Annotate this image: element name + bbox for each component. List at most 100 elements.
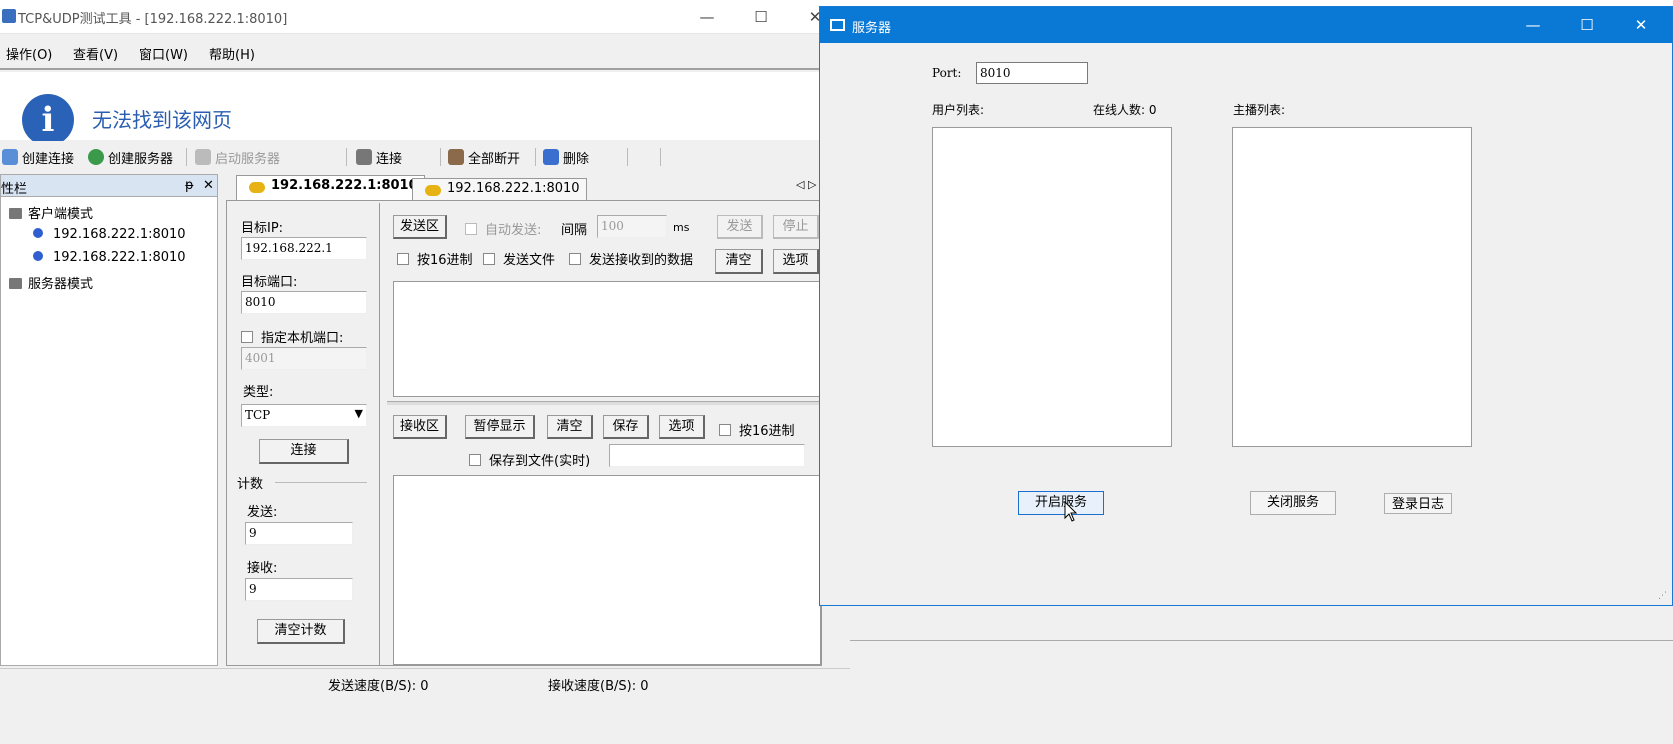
- folder-icon: [9, 278, 22, 289]
- tree-client-item[interactable]: 192.168.222.1:8010: [33, 250, 186, 265]
- anchor-list-label: 主播列表:: [1233, 103, 1286, 117]
- main-window: TCP&UDP测试工具 - [192.168.222.1:8010] — ☐ ✕…: [0, 0, 850, 744]
- send-textarea[interactable]: [393, 281, 821, 397]
- toolbar-separator: [535, 148, 536, 166]
- toolbar-separator: [346, 148, 347, 166]
- background-area: [850, 606, 1673, 744]
- send-received-checkbox[interactable]: 发送接收到的数据: [569, 249, 693, 268]
- interval-label: 间隔: [561, 223, 588, 238]
- connection-icon: [33, 228, 43, 238]
- anchor-list[interactable]: [1232, 127, 1472, 447]
- port-input[interactable]: 8010: [976, 62, 1088, 84]
- sidebar-panel: 性栏 ᵽ ✕ 客户端模式 192.168.222.1:8010 192.168.…: [0, 174, 218, 666]
- globe-icon: [88, 149, 104, 165]
- server-title-bar: 服务器 — ☐ ✕: [820, 7, 1672, 43]
- server-close-button[interactable]: ✕: [1618, 8, 1664, 42]
- stop-button[interactable]: 停止: [773, 215, 819, 239]
- menu-window[interactable]: 窗口(W): [139, 44, 188, 63]
- login-log-button[interactable]: 登录日志: [1384, 493, 1452, 514]
- tab-connection[interactable]: 192.168.222.1:8010: [412, 178, 587, 200]
- auto-send-checkbox[interactable]: 自动发送:: [465, 219, 541, 238]
- main-window-title: TCP&UDP测试工具 - [192.168.222.1:8010]: [18, 12, 288, 27]
- delete-button[interactable]: 删除: [543, 148, 589, 167]
- server-minimize-button[interactable]: —: [1510, 8, 1556, 42]
- recv-clear-button[interactable]: 清空: [547, 415, 593, 439]
- app-icon: [2, 9, 16, 23]
- network-icon: [356, 149, 372, 165]
- interval-input[interactable]: 100: [597, 215, 667, 238]
- menu-bar: 操作(O) 查看(V) 窗口(W) 帮助(H): [0, 36, 850, 70]
- pause-display-button[interactable]: 暂停显示: [465, 415, 535, 439]
- network-off-icon: [448, 149, 464, 165]
- mouse-cursor-icon: [1064, 501, 1078, 522]
- send-count-field: 9: [245, 522, 353, 545]
- recv-options-button[interactable]: 选项: [659, 415, 705, 439]
- target-ip-input[interactable]: 192.168.222.1: [241, 237, 367, 260]
- tab-connection-active[interactable]: 192.168.222.1:8010: [236, 175, 425, 200]
- local-port-input[interactable]: 4001: [241, 347, 367, 370]
- save-file-path-input[interactable]: [609, 444, 805, 467]
- start-server-button[interactable]: 启动服务器: [195, 148, 280, 167]
- toolbar: 创建连接 创建服务器 启动服务器 连接 全部断开 删除 ▾: [0, 141, 850, 311]
- create-server-button[interactable]: 创建服务器: [88, 148, 173, 167]
- tab-strip: 192.168.222.1:8010 192.168.222.1:8010 ◁ …: [224, 174, 824, 200]
- toolbar-separator: [186, 148, 187, 166]
- splitter[interactable]: [387, 401, 823, 405]
- send-area-label: 发送区: [393, 215, 447, 239]
- server-window: 服务器 — ☐ ✕ Port: 8010 用户列表: 在线人数: 0 主播列表:…: [819, 6, 1673, 606]
- recv-save-button[interactable]: 保存: [603, 415, 649, 439]
- connect-submit-button[interactable]: 连接: [259, 439, 349, 464]
- minimize-button[interactable]: —: [684, 0, 730, 34]
- menu-view[interactable]: 查看(V): [73, 44, 118, 63]
- tab-nav-arrows[interactable]: ◁ ▷: [796, 178, 816, 191]
- create-connection-button[interactable]: 创建连接: [2, 148, 74, 167]
- connect-button[interactable]: 连接: [356, 148, 402, 167]
- menu-help[interactable]: 帮助(H): [209, 44, 255, 63]
- save-to-file-checkbox[interactable]: 保存到文件(实时): [469, 450, 590, 469]
- target-ip-label: 目标IP:: [241, 221, 284, 236]
- window-icon: [830, 19, 845, 31]
- server-maximize-button[interactable]: ☐: [1564, 8, 1610, 42]
- send-file-checkbox[interactable]: 发送文件: [483, 249, 555, 268]
- clear-count-button[interactable]: 清空计数: [257, 619, 345, 644]
- target-port-input[interactable]: 8010: [241, 291, 367, 314]
- banner-text: 无法找到该网页: [92, 108, 232, 132]
- sidebar-title: 性栏: [1, 182, 28, 197]
- disconnect-all-button[interactable]: 全部断开: [448, 148, 520, 167]
- send-count-label: 发送:: [247, 505, 278, 520]
- type-select[interactable]: TCP ▼: [241, 404, 367, 427]
- tree-client-mode[interactable]: 客户端模式: [9, 203, 93, 222]
- server-window-title: 服务器: [852, 21, 892, 36]
- online-count-label: 在线人数: 0: [1093, 103, 1157, 117]
- count-label: 计数: [237, 477, 264, 492]
- stop-service-button[interactable]: 关闭服务: [1250, 491, 1336, 515]
- main-title-bar: TCP&UDP测试工具 - [192.168.222.1:8010] — ☐ ✕: [0, 0, 850, 34]
- toolbar-separator: [440, 148, 441, 166]
- close-panel-icon[interactable]: ✕: [203, 178, 214, 193]
- maximize-button[interactable]: ☐: [738, 0, 784, 34]
- count-divider: [275, 482, 367, 483]
- recv-textarea[interactable]: [393, 475, 821, 665]
- start-service-button[interactable]: 开启服务: [1018, 491, 1104, 515]
- delete-x-icon: [543, 149, 559, 165]
- send-hex-checkbox[interactable]: 按16进制: [397, 249, 473, 268]
- create-connection-icon: [2, 149, 18, 165]
- send-options-button[interactable]: 选项: [773, 249, 819, 274]
- connection-icon: [33, 251, 43, 261]
- local-port-checkbox[interactable]: 指定本机端口:: [241, 327, 343, 346]
- toolbar-separator: [627, 148, 628, 166]
- recv-hex-checkbox[interactable]: 按16进制: [719, 420, 795, 439]
- background-divider: [850, 640, 1673, 641]
- send-clear-button[interactable]: 清空: [715, 249, 763, 274]
- panel-divider: [379, 203, 380, 665]
- tree-server-mode[interactable]: 服务器模式: [9, 273, 93, 292]
- recv-area-label: 接收区: [393, 415, 447, 439]
- tree-client-item[interactable]: 192.168.222.1:8010: [33, 227, 186, 242]
- folder-icon: [9, 208, 22, 219]
- sidebar-header: 性栏 ᵽ ✕: [1, 175, 217, 197]
- send-button[interactable]: 发送: [717, 215, 763, 239]
- pin-icon[interactable]: ᵽ: [185, 178, 194, 193]
- resize-grip-icon[interactable]: ⋰: [1658, 591, 1667, 601]
- menu-operate[interactable]: 操作(O): [6, 44, 52, 63]
- user-list[interactable]: [932, 127, 1172, 447]
